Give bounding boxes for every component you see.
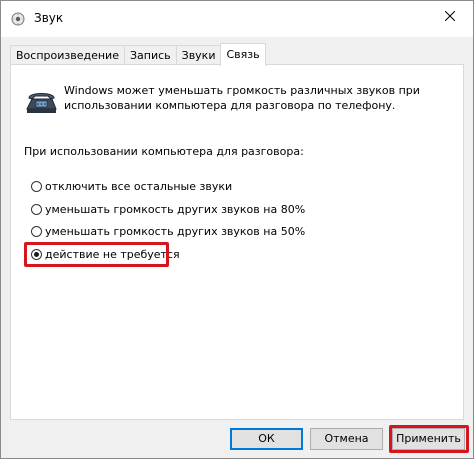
- communications-question: При использовании компьютера для разгово…: [24, 145, 304, 158]
- option-label: уменьшать громкость других звуков на 50%: [45, 224, 306, 238]
- radio-button[interactable]: [31, 203, 42, 215]
- tab-communications[interactable]: Связь: [220, 43, 266, 66]
- sound-dialog: Звук Воспроизведение Запись Звуки Связь: [0, 0, 474, 459]
- tab-sounds[interactable]: Звуки: [175, 45, 222, 66]
- option-mute-all[interactable]: отключить все остальные звуки: [31, 178, 232, 194]
- option-label: уменьшать громкость других звуков на 80%: [45, 202, 306, 216]
- option-reduce-50[interactable]: уменьшать громкость других звуков на 50%: [31, 223, 305, 239]
- communications-panel: Windows может уменьшать громкость различ…: [10, 64, 464, 420]
- option-reduce-80[interactable]: уменьшать громкость других звуков на 80%: [31, 201, 305, 217]
- close-icon: [444, 10, 456, 24]
- option-label: отключить все остальные звуки: [45, 179, 233, 193]
- tab-strip: Воспроизведение Запись Звуки Связь: [10, 43, 266, 66]
- tab-recording[interactable]: Запись: [123, 45, 177, 66]
- close-button[interactable]: [427, 1, 473, 33]
- title-bar[interactable]: Звук: [1, 1, 473, 37]
- window-title: Звук: [34, 11, 64, 25]
- cancel-button[interactable]: Отмена: [310, 428, 383, 450]
- selection-highlight: [24, 242, 169, 267]
- telephone-icon: [24, 87, 58, 115]
- speaker-icon: [10, 11, 26, 27]
- tab-playback[interactable]: Воспроизведение: [10, 45, 125, 66]
- radio-button[interactable]: [31, 225, 42, 237]
- communications-description: Windows может уменьшать громкость различ…: [64, 84, 420, 112]
- ok-button[interactable]: ОК: [230, 428, 303, 450]
- radio-button[interactable]: [31, 180, 42, 192]
- apply-highlight: [389, 425, 469, 453]
